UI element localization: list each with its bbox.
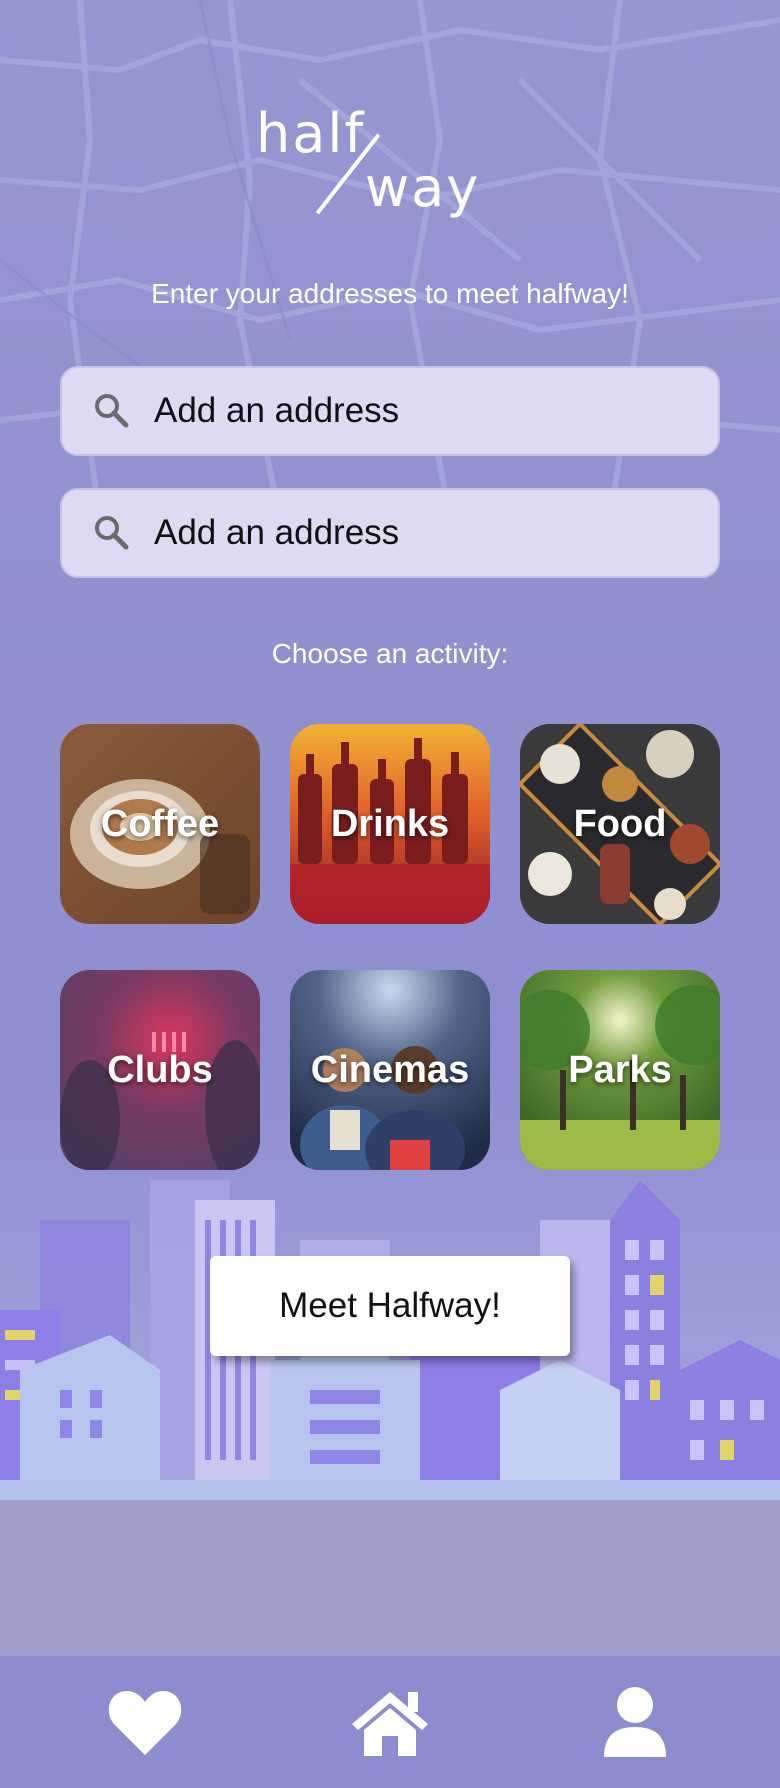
address-placeholder: Add an address [154, 513, 400, 552]
activity-label-clubs: Clubs [107, 1048, 213, 1091]
activity-tile-cinemas[interactable]: Cinemas [290, 970, 490, 1170]
activity-label: Choose an activity: [271, 638, 509, 669]
halfway-logo: half way [250, 100, 530, 230]
subtitle: Enter your addresses to meet halfway! [151, 278, 629, 309]
user-icon [604, 1687, 666, 1757]
logo-text-way: way [365, 156, 481, 219]
activity-tile-clubs[interactable]: Clubs [60, 970, 260, 1170]
app-screen: half way Enter your addresses to meet ha… [0, 0, 780, 1788]
meet-halfway-button[interactable]: Meet Halfway! [210, 1256, 570, 1356]
bottom-navigation [0, 1656, 780, 1788]
activity-tile-parks[interactable]: Parks [520, 970, 720, 1170]
logo-text-half: half [256, 102, 366, 165]
bottom-filler [0, 1500, 780, 1656]
nav-profile[interactable] [590, 1677, 680, 1767]
address-input-1[interactable]: Add an address [60, 366, 720, 456]
address-input-2[interactable]: Add an address [60, 488, 720, 578]
search-icon [95, 516, 129, 550]
activity-label-coffee: Coffee [100, 802, 220, 845]
heart-icon [108, 1691, 182, 1755]
activity-tile-drinks[interactable]: Drinks [290, 724, 490, 924]
activity-label-drinks: Drinks [330, 802, 450, 845]
activity-label-cinemas: Cinemas [310, 1048, 470, 1091]
address-placeholder: Add an address [154, 391, 400, 430]
nav-home[interactable] [345, 1677, 435, 1767]
activity-label-parks: Parks [568, 1048, 672, 1091]
home-icon [352, 1692, 428, 1756]
activity-label-food: Food [573, 802, 667, 845]
search-icon [95, 394, 129, 428]
activity-tile-food[interactable]: Food [520, 724, 720, 924]
nav-favorites[interactable] [100, 1677, 190, 1767]
activity-tile-coffee[interactable]: Coffee [60, 724, 260, 924]
